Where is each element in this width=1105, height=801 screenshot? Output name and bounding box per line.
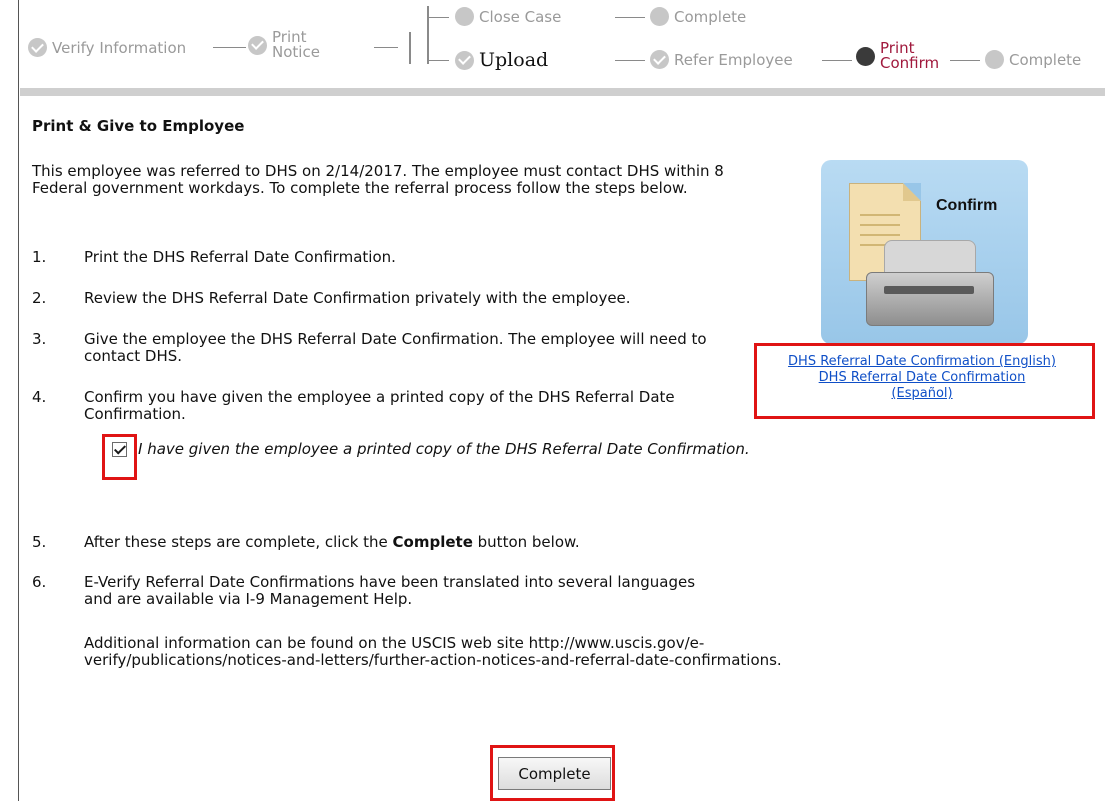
confirm-card-label: Confirm bbox=[936, 197, 998, 214]
step-connector bbox=[615, 17, 645, 18]
complete-button-highlight bbox=[490, 745, 615, 801]
step-text: Confirm you have given the employee a pr… bbox=[84, 388, 675, 423]
current-step-circle-icon bbox=[856, 46, 875, 66]
acknowledgement-label: I have given the employee a printed copy… bbox=[138, 440, 750, 458]
step-label: Complete bbox=[1009, 50, 1082, 69]
step-label: Print Confirm bbox=[880, 39, 940, 72]
branch-bracket bbox=[427, 6, 429, 64]
step-label: Refer Employee bbox=[674, 50, 793, 69]
section-divider bbox=[20, 88, 1105, 96]
step-connector bbox=[374, 47, 398, 48]
left-border bbox=[18, 0, 19, 801]
printer-slot-icon bbox=[884, 286, 974, 294]
step-connector bbox=[950, 60, 980, 61]
pending-circle-icon bbox=[985, 50, 1004, 69]
step-complete-top: Complete bbox=[650, 7, 746, 26]
step-label: Print Notice bbox=[272, 28, 320, 61]
step-verify-information: Verify Information bbox=[28, 38, 186, 57]
step-print-notice: Print Notice bbox=[248, 30, 320, 60]
additional-info-text: Additional information can be found on t… bbox=[84, 634, 782, 669]
step-print-confirm: Print Confirm bbox=[856, 41, 939, 71]
step-connector bbox=[427, 60, 449, 61]
step-number: 6. bbox=[32, 573, 47, 591]
pending-circle-icon bbox=[650, 7, 669, 26]
step-text-pre: After these steps are complete, click th… bbox=[84, 533, 393, 551]
check-circle-icon bbox=[248, 35, 267, 55]
step-connector bbox=[822, 60, 852, 61]
step-number: 2. bbox=[32, 289, 47, 307]
step-number: 5. bbox=[32, 533, 47, 551]
step-connector bbox=[615, 60, 645, 61]
intro-text: This employee was referred to DHS on 2/1… bbox=[32, 162, 724, 197]
step-connector bbox=[213, 47, 246, 48]
step-number: 3. bbox=[32, 330, 47, 348]
printer-body-icon bbox=[866, 272, 994, 326]
step-complete-right: Complete bbox=[985, 50, 1081, 69]
step-label: Verify Information bbox=[52, 38, 187, 57]
step-text-post: button below. bbox=[472, 533, 580, 551]
check-circle-icon bbox=[455, 50, 474, 70]
step-text: Review the DHS Referral Date Confirmatio… bbox=[84, 289, 631, 307]
step-label: Upload bbox=[479, 49, 549, 71]
check-circle-icon bbox=[650, 50, 669, 69]
step-label: Complete bbox=[674, 7, 747, 26]
step-upload: Upload bbox=[455, 49, 548, 71]
step-text: Print the DHS Referral Date Confirmation… bbox=[84, 248, 396, 266]
step-label: Close Case bbox=[479, 7, 562, 26]
links-highlight bbox=[754, 343, 1095, 419]
page-title: Print & Give to Employee bbox=[32, 117, 245, 135]
step-text: Give the employee the DHS Referral Date … bbox=[84, 330, 707, 365]
pending-circle-icon bbox=[455, 7, 474, 26]
step-text: E-Verify Referral Date Confirmations hav… bbox=[84, 573, 696, 608]
step-close-case: Close Case bbox=[455, 7, 561, 26]
progress-steps: Verify Information Print Notice Close Ca… bbox=[0, 0, 1105, 92]
branch-divider bbox=[409, 32, 411, 64]
step-number: 1. bbox=[32, 248, 47, 266]
step-number: 4. bbox=[32, 388, 47, 406]
step-text: After these steps are complete, click th… bbox=[84, 534, 774, 551]
step-text-bold: Complete bbox=[392, 533, 473, 551]
checkbox-highlight bbox=[102, 434, 137, 480]
step-connector bbox=[427, 17, 449, 18]
step-refer-employee: Refer Employee bbox=[650, 50, 793, 69]
check-circle-icon bbox=[28, 38, 47, 57]
